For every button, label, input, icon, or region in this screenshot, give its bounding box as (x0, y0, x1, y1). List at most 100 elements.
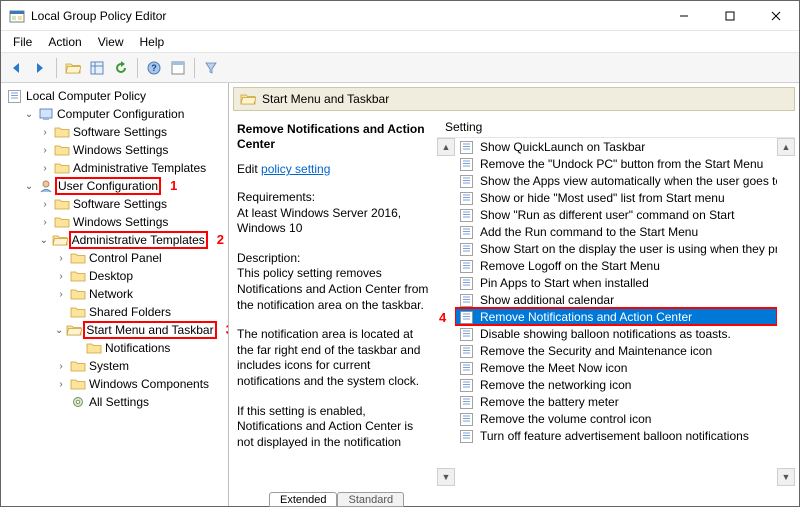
expand-icon[interactable]: › (55, 271, 67, 282)
tab-extended[interactable]: Extended (269, 492, 337, 507)
edit-policy-link[interactable]: Edit policy setting (237, 162, 431, 176)
toolbar-filter-icon[interactable] (200, 57, 222, 79)
scroll-up-icon[interactable]: ▲ (437, 138, 455, 156)
folder-icon (54, 215, 70, 229)
expand-icon[interactable]: ⌄ (39, 235, 49, 246)
settings-row[interactable]: Remove the "Undock PC" button from the S… (455, 155, 777, 172)
forward-button[interactable] (29, 57, 51, 79)
close-button[interactable] (753, 1, 799, 31)
tree-desktop[interactable]: › Desktop (53, 267, 226, 285)
tree-label: Network (89, 287, 133, 301)
settings-row[interactable]: Disable showing balloon notifications as… (455, 325, 777, 342)
expand-icon[interactable]: ⌄ (55, 325, 63, 336)
settings-row[interactable]: Show or hide "Most used" list from Start… (455, 189, 777, 206)
expand-icon[interactable]: › (39, 145, 51, 156)
expand-icon[interactable]: › (39, 217, 51, 228)
scrollbar-right[interactable]: ▲ ▼ (777, 138, 795, 486)
tree-user-configuration[interactable]: ⌄ User Configuration 1 (21, 177, 226, 195)
menu-file[interactable]: File (5, 33, 40, 51)
tree-cc-admin-templates[interactable]: ›Administrative Templates (37, 159, 226, 177)
tree-notifications[interactable]: Notifications (69, 339, 226, 357)
tree-control-panel[interactable]: ›Control Panel (53, 249, 226, 267)
tree-computer-configuration[interactable]: ⌄ Computer Configuration (21, 105, 226, 123)
minimize-button[interactable] (661, 1, 707, 31)
expand-icon[interactable]: › (55, 361, 67, 372)
tree-shared-folders[interactable]: Shared Folders (53, 303, 226, 321)
description-label: Description: (237, 251, 431, 267)
tree-uc-software-settings[interactable]: › Software Settings (37, 195, 226, 213)
svg-text:?: ? (151, 63, 157, 73)
policy-icon (459, 344, 475, 358)
tree-label: User Configuration (58, 179, 158, 193)
titlebar: Local Group Policy Editor (1, 1, 799, 31)
annotation-2: 2 (217, 232, 224, 247)
tree-windows-components[interactable]: ›Windows Components (53, 375, 226, 393)
settings-row[interactable]: Show "Run as different user" command on … (455, 206, 777, 223)
description-p3: If this setting is enabled, Notification… (237, 404, 431, 451)
settings-row[interactable]: Turn off feature advertisement balloon n… (455, 427, 777, 444)
tree-label: All Settings (89, 395, 149, 409)
toolbar-refresh-icon[interactable] (110, 57, 132, 79)
settings-row[interactable]: Remove the battery meter (455, 393, 777, 410)
menu-action[interactable]: Action (40, 33, 89, 51)
description-p2: The notification area is located at the … (237, 327, 431, 389)
toolbar-help-icon[interactable]: ? (143, 57, 165, 79)
toolbar-view-icon[interactable] (167, 57, 189, 79)
breadcrumb-label: Start Menu and Taskbar (262, 92, 389, 106)
settings-row[interactable]: Remove the Security and Maintenance icon (455, 342, 777, 359)
settings-row[interactable]: Show Start on the display the user is us… (455, 240, 777, 257)
expand-icon[interactable]: › (55, 289, 67, 300)
settings-list[interactable]: Show QuickLaunch on TaskbarRemove the "U… (455, 138, 777, 486)
menu-view[interactable]: View (90, 33, 132, 51)
settings-row[interactable]: Show additional calendar (455, 291, 777, 308)
settings-row[interactable]: 4Remove Notifications and Action Center (455, 308, 777, 325)
settings-row[interactable]: Pin Apps to Start when installed (455, 274, 777, 291)
expand-icon[interactable]: › (39, 199, 51, 210)
policy-icon (459, 191, 475, 205)
tree-label: Desktop (89, 269, 133, 283)
toolbar-details-icon[interactable] (86, 57, 108, 79)
back-button[interactable] (5, 57, 27, 79)
scroll-down-icon[interactable]: ▼ (437, 468, 455, 486)
settings-row-label: Show QuickLaunch on Taskbar (480, 140, 645, 154)
blank (71, 343, 83, 354)
column-header-setting[interactable]: Setting (437, 118, 795, 138)
settings-row[interactable]: Remove the Meet Now icon (455, 359, 777, 376)
tab-standard[interactable]: Standard (337, 492, 404, 507)
tree-label: Administrative Templates (72, 233, 205, 247)
settings-row-label: Pin Apps to Start when installed (480, 276, 649, 290)
scroll-down-icon[interactable]: ▼ (777, 468, 795, 486)
policy-setting-link[interactable]: policy setting (261, 162, 330, 176)
settings-row[interactable]: Show the Apps view automatically when th… (455, 172, 777, 189)
tree-cc-software-settings[interactable]: ›Software Settings (37, 123, 226, 141)
tree-uc-admin-templates[interactable]: ⌄ Administrative Templates 2 (37, 231, 226, 249)
tree-pane[interactable]: Local Computer Policy ⌄ Computer Configu… (1, 83, 229, 506)
folder-icon (70, 269, 86, 283)
settings-row[interactable]: Remove Logoff on the Start Menu (455, 257, 777, 274)
menu-help[interactable]: Help (132, 33, 173, 51)
expand-icon[interactable]: ⌄ (23, 181, 35, 192)
tree-root[interactable]: Local Computer Policy (5, 87, 226, 105)
toolbar-explorer-icon[interactable] (62, 57, 84, 79)
tree-label: Software Settings (73, 197, 167, 211)
expand-icon[interactable]: › (55, 379, 67, 390)
folder-icon (54, 161, 70, 175)
description-p1: This policy setting removes Notification… (237, 266, 431, 313)
settings-row[interactable]: Remove the volume control icon (455, 410, 777, 427)
expand-icon[interactable]: › (39, 163, 51, 174)
settings-row[interactable]: Show QuickLaunch on Taskbar (455, 138, 777, 155)
tree-system[interactable]: › System (53, 357, 226, 375)
expand-icon[interactable]: ⌄ (23, 109, 35, 120)
tree-uc-windows-settings[interactable]: ›Windows Settings (37, 213, 226, 231)
expand-icon[interactable]: › (55, 253, 67, 264)
maximize-button[interactable] (707, 1, 753, 31)
tree-cc-windows-settings[interactable]: ›Windows Settings (37, 141, 226, 159)
tree-all-settings[interactable]: All Settings (53, 393, 226, 411)
tree-start-menu-taskbar[interactable]: ⌄ Start Menu and Taskbar 3 (53, 321, 226, 339)
settings-row[interactable]: Add the Run command to the Start Menu (455, 223, 777, 240)
settings-row[interactable]: Remove the networking icon (455, 376, 777, 393)
expand-icon[interactable]: › (39, 127, 51, 138)
tree-network[interactable]: › Network (53, 285, 226, 303)
tree-label: System (89, 359, 129, 373)
scroll-up-icon[interactable]: ▲ (777, 138, 795, 156)
